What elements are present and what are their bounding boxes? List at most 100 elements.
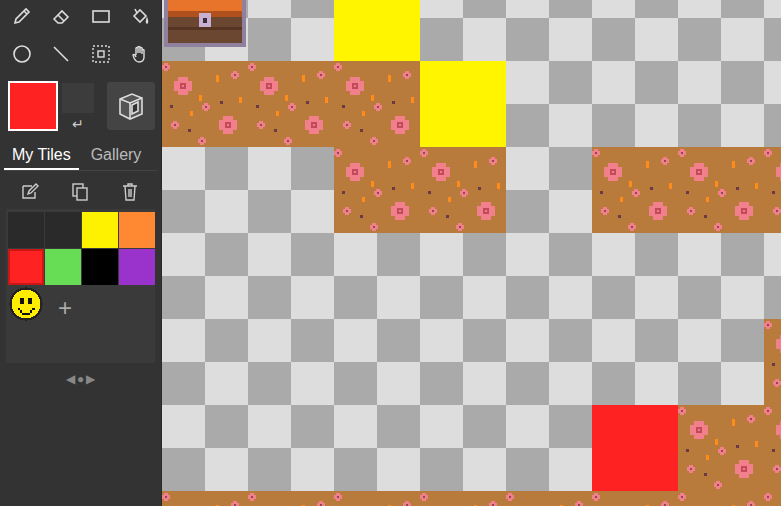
map-tile[interactable] xyxy=(764,319,781,405)
map-tile[interactable] xyxy=(334,319,420,405)
palette-tile[interactable] xyxy=(8,212,44,248)
add-tile-button[interactable]: + xyxy=(45,286,81,322)
map-tile[interactable] xyxy=(764,61,781,147)
map-tile[interactable] xyxy=(592,61,678,147)
tile-tabs: My TilesGallery xyxy=(4,144,157,171)
map-tile[interactable] xyxy=(678,233,764,319)
swap-colors[interactable]: ↵ xyxy=(72,115,84,133)
map-tile[interactable] xyxy=(678,319,764,405)
map-tile[interactable] xyxy=(334,491,420,506)
trash-icon[interactable] xyxy=(120,183,140,201)
map-tile[interactable] xyxy=(248,0,334,61)
map-tile[interactable] xyxy=(764,491,781,506)
color-swatch xyxy=(10,251,42,283)
map-tile[interactable] xyxy=(420,405,506,491)
pan-tool[interactable] xyxy=(121,34,161,74)
map-tile[interactable] xyxy=(162,147,248,233)
palette-tile[interactable] xyxy=(82,249,118,285)
flowers-icon xyxy=(678,491,764,506)
map-tile[interactable] xyxy=(592,0,678,61)
map-tile[interactable] xyxy=(162,405,248,491)
map-tile[interactable] xyxy=(162,233,248,319)
map-canvas[interactable] xyxy=(162,0,781,506)
map-tile[interactable] xyxy=(420,319,506,405)
map-tile[interactable] xyxy=(420,147,506,233)
map-tile[interactable] xyxy=(162,319,248,405)
edit-icon[interactable] xyxy=(20,183,40,201)
pencil-tool[interactable] xyxy=(2,0,42,34)
palette-tile[interactable] xyxy=(82,212,118,248)
map-tile[interactable] xyxy=(506,147,592,233)
map-tile[interactable] xyxy=(506,319,592,405)
pager-next[interactable]: ▶ xyxy=(85,371,96,387)
palette-tile[interactable] xyxy=(119,212,155,248)
select-tool[interactable] xyxy=(81,34,121,74)
map-tile[interactable] xyxy=(592,491,678,506)
layers-button[interactable] xyxy=(107,82,155,130)
line-tool[interactable] xyxy=(42,34,82,74)
map-tile[interactable] xyxy=(334,233,420,319)
map-tile[interactable] xyxy=(248,233,334,319)
palette-tile[interactable] xyxy=(119,249,155,285)
primary-color[interactable] xyxy=(8,81,58,131)
swatch-fill xyxy=(10,251,42,283)
color-fill xyxy=(420,61,506,147)
color-fill xyxy=(592,405,678,491)
fill-tool[interactable] xyxy=(121,0,161,34)
tile-map xyxy=(162,0,781,506)
map-tile[interactable] xyxy=(248,405,334,491)
rectangle-tool[interactable] xyxy=(81,0,121,34)
map-tile[interactable] xyxy=(678,491,764,506)
circle-tool[interactable] xyxy=(2,34,42,74)
map-tile[interactable] xyxy=(420,61,506,147)
pager: ◀●▶ xyxy=(0,371,161,387)
map-tile[interactable] xyxy=(592,147,678,233)
palette-tile[interactable] xyxy=(8,286,44,322)
map-tile[interactable] xyxy=(334,147,420,233)
map-tile[interactable] xyxy=(248,491,334,506)
map-tile[interactable] xyxy=(764,147,781,233)
color-swatch xyxy=(119,249,155,285)
toolbar xyxy=(0,0,160,74)
tile-panel: + xyxy=(6,209,155,363)
sidebar: ↵ My TilesGallery + ◀●▶ xyxy=(0,0,162,506)
map-tile[interactable] xyxy=(420,491,506,506)
map-tile[interactable] xyxy=(162,61,248,147)
tab[interactable]: My Tiles xyxy=(4,144,79,170)
map-tile[interactable] xyxy=(162,0,248,61)
pager-prev[interactable]: ◀ xyxy=(65,371,76,387)
map-tile[interactable] xyxy=(506,491,592,506)
map-tile[interactable] xyxy=(764,0,781,61)
copy-icon[interactable] xyxy=(70,183,90,201)
map-tile[interactable] xyxy=(334,0,420,61)
map-tile[interactable] xyxy=(334,61,420,147)
map-tile[interactable] xyxy=(334,405,420,491)
swatch-fill xyxy=(45,212,81,248)
palette-tile[interactable] xyxy=(8,249,44,285)
color-swatch xyxy=(8,212,44,248)
map-tile[interactable] xyxy=(764,405,781,491)
map-tile[interactable] xyxy=(248,319,334,405)
map-tile[interactable] xyxy=(248,147,334,233)
map-tile[interactable] xyxy=(678,147,764,233)
map-tile[interactable] xyxy=(162,491,248,506)
map-tile[interactable] xyxy=(248,61,334,147)
palette-tile[interactable] xyxy=(45,212,81,248)
map-tile[interactable] xyxy=(764,233,781,319)
map-tile[interactable] xyxy=(678,61,764,147)
palette-tile[interactable] xyxy=(45,249,81,285)
map-tile[interactable] xyxy=(506,61,592,147)
map-tile[interactable] xyxy=(420,233,506,319)
map-tile[interactable] xyxy=(592,233,678,319)
eraser-tool[interactable] xyxy=(42,0,82,34)
map-tile[interactable] xyxy=(506,405,592,491)
map-tile[interactable] xyxy=(678,405,764,491)
map-tile[interactable] xyxy=(592,319,678,405)
map-tile[interactable] xyxy=(420,0,506,61)
map-tile[interactable] xyxy=(678,0,764,61)
map-tile[interactable] xyxy=(592,405,678,491)
tab[interactable]: Gallery xyxy=(83,144,150,170)
map-tile[interactable] xyxy=(506,0,592,61)
map-tile[interactable] xyxy=(506,233,592,319)
secondary-color[interactable] xyxy=(62,83,94,113)
